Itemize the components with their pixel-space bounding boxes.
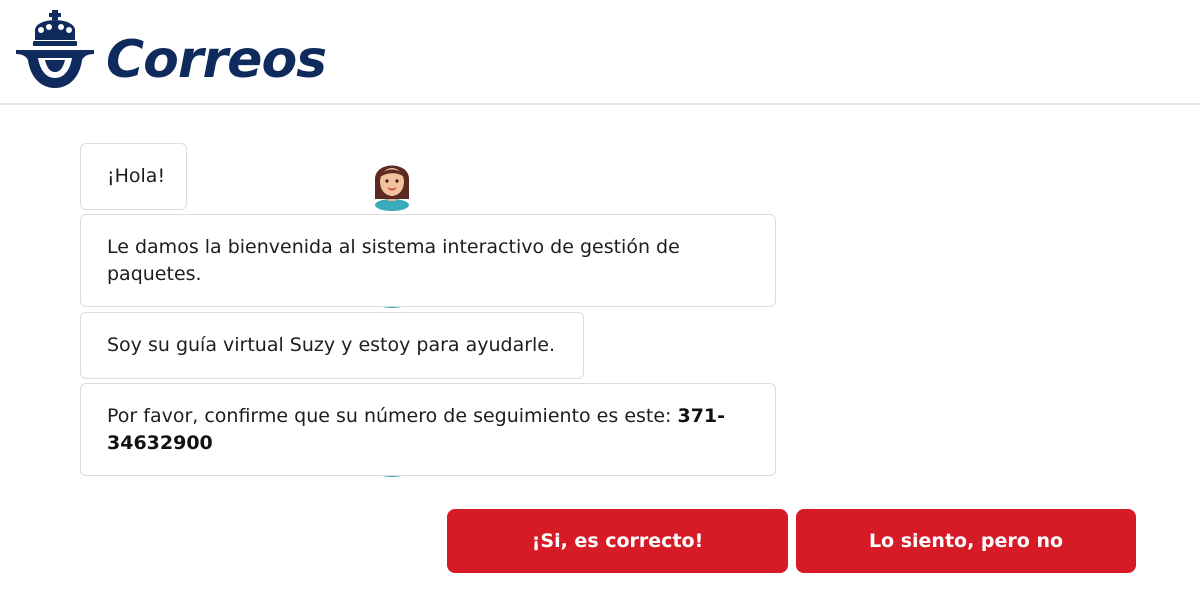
chat-message-text: ¡Hola! bbox=[107, 165, 166, 187]
confirm-button[interactable]: ¡Si, es correcto! bbox=[447, 509, 788, 573]
chat-message: Le damos la bienvenida al sistema intera… bbox=[80, 214, 776, 307]
chat-message: Soy su guía virtual Suzy y estoy para ay… bbox=[80, 312, 584, 379]
deny-button[interactable]: Lo siento, pero no bbox=[796, 509, 1136, 573]
confirmation-prompt: Por favor, confirme que su número de seg… bbox=[107, 404, 678, 427]
chat-area: ¡Hola! Le damos la bienvenida al sistema… bbox=[0, 0, 1200, 592]
chat-message-text: Por favor, confirme que su número de seg… bbox=[107, 403, 749, 457]
chat-message: Por favor, confirme que su número de seg… bbox=[80, 383, 776, 476]
chat-message: ¡Hola! bbox=[80, 143, 187, 210]
chat-message-text: Le damos la bienvenida al sistema intera… bbox=[107, 235, 680, 285]
suzy-avatar-icon bbox=[375, 165, 409, 211]
chat-message-text: Soy su guía virtual Suzy y estoy para ay… bbox=[107, 334, 556, 356]
